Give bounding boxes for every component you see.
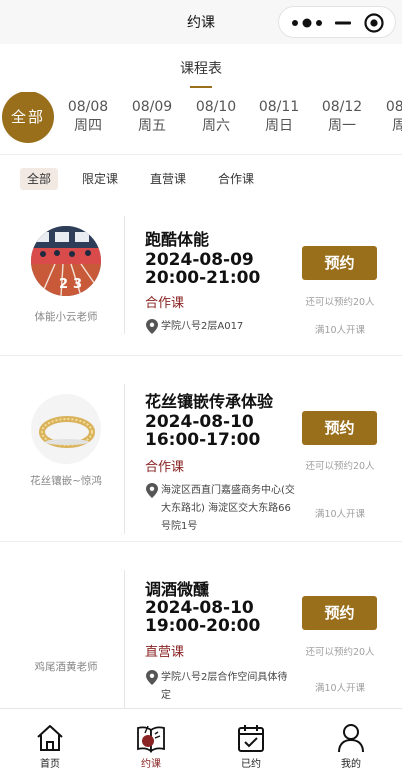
remaining-spots: 还可以预约20人	[305, 647, 375, 658]
course-location: 学院八号2层合作空间具体待定	[145, 669, 297, 705]
location-pin-icon	[146, 670, 158, 685]
tab-label: 首页	[40, 759, 60, 770]
title-underline	[190, 86, 212, 88]
tab-label: 已约	[241, 759, 261, 770]
date-label: 08/12	[321, 99, 363, 115]
close-mini-program-icon[interactable]	[363, 12, 385, 34]
course-type: 合作课	[145, 460, 185, 475]
card-divider	[124, 384, 125, 534]
weekday-label: 周一	[328, 118, 356, 134]
page-title: 课程表	[180, 61, 222, 77]
course-location: 学院八号2层A017	[145, 318, 297, 336]
course-location: 海淀区西直门嘉盛商务中心(交大东路北) 海淀区交大东路66号院1号	[145, 482, 297, 536]
location-pin-icon	[146, 319, 158, 334]
book-button[interactable]: 预约	[302, 246, 377, 280]
course-time: 19:00-20:00	[145, 616, 261, 636]
mini-program-capsule	[278, 6, 396, 38]
course-type: 合作课	[145, 296, 185, 311]
filter-chip-direct[interactable]: 直营课	[143, 168, 193, 190]
course-name: 调酒微醺	[145, 580, 210, 599]
min-participants: 满10人开课	[314, 509, 366, 520]
remaining-spots: 还可以预约20人	[305, 461, 375, 472]
minimize-icon[interactable]	[331, 15, 355, 31]
filter-chip-limited[interactable]: 限定课	[75, 168, 125, 190]
more-options-icon[interactable]	[289, 17, 325, 29]
date-item[interactable]: 08/11 周日	[251, 98, 307, 136]
card-divider	[124, 216, 125, 334]
tab-booked[interactable]: 已约	[201, 709, 301, 772]
teacher-avatar: 2 3	[31, 226, 101, 296]
date-item[interactable]: 08/12 周一	[314, 98, 370, 136]
course-time: 16:00-17:00	[145, 430, 261, 450]
weekday-label: 周四	[74, 118, 102, 134]
location-text: 学院八号2层A017	[161, 321, 244, 332]
book-button[interactable]: 预约	[302, 411, 377, 445]
tab-home[interactable]: 首页	[0, 709, 100, 772]
course-time: 20:00-21:00	[145, 268, 261, 288]
calendar-check-icon	[238, 725, 264, 752]
course-name: 跑酷体能	[145, 230, 210, 249]
book-button[interactable]: 预约	[302, 596, 377, 630]
date-label: 08/08	[67, 99, 109, 115]
date-item[interactable]: 08/08 周四	[60, 98, 116, 136]
date-selector: 全部 08/08 周四 08/09 周五 08/10 周六 08/11 周日 0…	[0, 92, 402, 154]
teacher-avatar	[31, 394, 101, 464]
teacher-name: 花丝镶嵌~惊鸿	[30, 475, 102, 487]
course-card[interactable]: 鸡尾酒黄老师 调酒微醺 2024-08-10 19:00-20:00 直营课 学…	[0, 542, 402, 708]
tab-label: 我的	[341, 759, 361, 770]
weekday-label: 周二	[392, 118, 402, 134]
min-participants: 满10人开课	[314, 683, 366, 694]
location-text: 海淀区西直门嘉盛商务中心(交大东路北) 海淀区交大东路66号院1号	[161, 485, 295, 532]
card-divider	[124, 570, 125, 708]
category-filter: 全部 限定课 直营课 合作课	[0, 166, 402, 192]
course-card[interactable]: 花丝镶嵌~惊鸿 花丝镶嵌传承体验 2024-08-10 16:00-17:00 …	[0, 356, 402, 542]
date-all-button[interactable]: 全部	[2, 92, 54, 143]
weekday-label: 周五	[138, 118, 166, 134]
date-label: 08/13	[385, 99, 402, 115]
weekday-label: 周六	[202, 118, 230, 134]
tab-mine[interactable]: 我的	[301, 709, 401, 772]
book-icon	[137, 725, 165, 753]
remaining-spots: 还可以预约20人	[305, 297, 375, 308]
location-text: 学院八号2层合作空间具体待定	[161, 672, 288, 701]
date-label: 08/10	[195, 99, 237, 115]
person-icon	[338, 724, 364, 753]
tab-book-course[interactable]: 约课	[101, 709, 201, 772]
teacher-name: 鸡尾酒黄老师	[34, 661, 98, 673]
home-icon	[37, 725, 63, 751]
filter-chip-all[interactable]: 全部	[20, 168, 59, 190]
teacher-name: 体能小云老师	[34, 311, 98, 323]
date-label: 08/09	[131, 99, 173, 115]
title-bar: 约课	[0, 0, 402, 44]
svg-text:2: 2	[59, 277, 68, 292]
date-label: 08/11	[258, 99, 300, 115]
svg-text:3: 3	[73, 277, 82, 292]
course-type: 直营课	[145, 645, 185, 660]
divider	[0, 154, 402, 155]
course-card[interactable]: 2 3 体能小云老师 跑酷体能 2024-08-09 20:00-21:00 合…	[0, 202, 402, 356]
min-participants: 满10人开课	[314, 325, 366, 336]
location-pin-icon	[146, 483, 158, 498]
date-item[interactable]: 08/13 周二	[378, 98, 402, 136]
weekday-label: 周日	[265, 118, 293, 134]
date-item[interactable]: 08/09 周五	[124, 98, 180, 136]
filter-chip-partner[interactable]: 合作课	[211, 168, 261, 190]
bottom-tab-bar: 首页 约课 已约 我的	[0, 708, 402, 772]
date-item[interactable]: 08/10 周六	[188, 98, 244, 136]
tab-label: 约课	[141, 759, 161, 770]
course-name: 花丝镶嵌传承体验	[145, 392, 274, 411]
